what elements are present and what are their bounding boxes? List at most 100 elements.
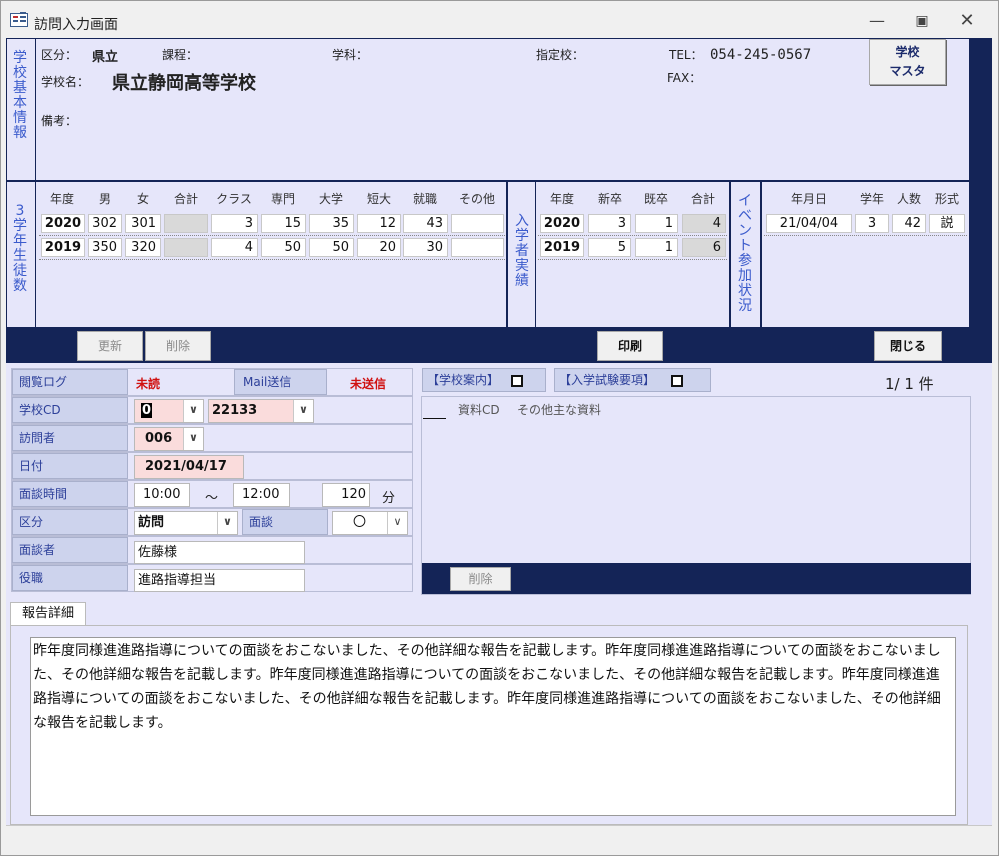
maximize-icon[interactable]: ▣ bbox=[912, 11, 932, 31]
students-row1-male[interactable]: 302 bbox=[88, 214, 122, 233]
exam-guide-toggle[interactable]: 【入学試験要項】 bbox=[554, 368, 711, 392]
update-button[interactable]: 更新 bbox=[77, 331, 143, 361]
school-guide-label: 【学校案内】 bbox=[427, 373, 500, 387]
events-section-label: イベント参加状況 bbox=[738, 193, 752, 314]
kubun-form-value: 訪問 bbox=[138, 515, 165, 530]
admission-row1-new[interactable]: 3 bbox=[588, 214, 631, 233]
kubun-label: 区分： bbox=[41, 48, 78, 62]
students-row2-other[interactable] bbox=[451, 238, 504, 257]
mail-status: 未送信 bbox=[350, 377, 387, 391]
events-header-grade: 学年 bbox=[859, 192, 884, 206]
school-cd-prefix-select[interactable]: 0 ∨ bbox=[134, 399, 204, 423]
students-row2-daigaku[interactable]: 50 bbox=[309, 238, 354, 257]
log-label: 閲覧ログ bbox=[12, 369, 128, 395]
school-cd-select[interactable]: 22133 ∨ bbox=[208, 399, 314, 423]
admission-row2-year[interactable]: 2019 bbox=[540, 238, 584, 257]
visitor-label: 訪問者 bbox=[12, 425, 128, 451]
materials-delete-button[interactable]: 削除 bbox=[450, 567, 511, 591]
students-row2-tandai[interactable]: 20 bbox=[357, 238, 401, 257]
person-input[interactable]: 佐藤様 bbox=[134, 541, 305, 564]
print-button[interactable]: 印刷 bbox=[597, 331, 663, 361]
kubun-form-label: 区分 bbox=[12, 509, 128, 535]
students-row2-senmon[interactable]: 50 bbox=[261, 238, 306, 257]
form-icon bbox=[10, 13, 28, 27]
minutes-input[interactable]: 120 bbox=[322, 483, 370, 507]
fax-label: FAX： bbox=[667, 71, 702, 85]
time-separator: ～ bbox=[205, 491, 219, 506]
chevron-down-icon[interactable]: ∨ bbox=[183, 428, 203, 450]
close-icon[interactable]: ✕ bbox=[957, 11, 977, 31]
admission-row1-year[interactable]: 2020 bbox=[540, 214, 584, 233]
chevron-down-icon[interactable]: ∨ bbox=[293, 400, 313, 422]
events-header-date: 年月日 bbox=[790, 192, 827, 206]
admission-row2-old[interactable]: 1 bbox=[635, 238, 678, 257]
admission-header-year: 年度 bbox=[549, 192, 574, 206]
bikou-label: 備考： bbox=[41, 114, 78, 128]
materials-header-cd: 資料CD bbox=[458, 403, 500, 417]
students-header-tandai: 短大 bbox=[366, 192, 391, 206]
students-row1-class[interactable]: 3 bbox=[211, 214, 258, 233]
close-button[interactable]: 閉じる bbox=[874, 331, 942, 361]
admission-row-divider bbox=[538, 235, 727, 236]
admission-row1-total: 4 bbox=[682, 214, 726, 233]
tel-value: 054-245-0567 bbox=[710, 47, 812, 63]
chevron-down-icon[interactable]: ∨ bbox=[183, 400, 203, 422]
admission-row1-old[interactable]: 1 bbox=[635, 214, 678, 233]
students-row1-senmon[interactable]: 15 bbox=[261, 214, 306, 233]
delete-button[interactable]: 削除 bbox=[145, 331, 211, 361]
students-row1-total bbox=[164, 214, 208, 233]
time-from-input[interactable]: 10:00 bbox=[134, 483, 190, 507]
students-row2-male[interactable]: 350 bbox=[88, 238, 122, 257]
time-to-input[interactable]: 12:00 bbox=[233, 483, 290, 507]
school-cd-value: 22133 bbox=[212, 403, 258, 418]
students-row1-other[interactable] bbox=[451, 214, 504, 233]
students-row2-class[interactable]: 4 bbox=[211, 238, 258, 257]
students-row2-shushoku[interactable]: 30 bbox=[403, 238, 448, 257]
students-row1-shushoku[interactable]: 43 bbox=[403, 214, 448, 233]
kubun-select[interactable]: 訪問 ∨ bbox=[134, 511, 238, 535]
students-row1-year[interactable]: 2020 bbox=[41, 214, 85, 233]
mendan-select[interactable]: 〇 ∨ bbox=[332, 511, 408, 535]
school-guide-checkbox[interactable] bbox=[510, 374, 523, 387]
date-label: 日付 bbox=[12, 453, 128, 479]
admission-row2-new[interactable]: 5 bbox=[588, 238, 631, 257]
person-label: 面談者 bbox=[12, 537, 128, 563]
role-input[interactable]: 進路指導担当 bbox=[134, 569, 305, 592]
students-header-total: 合計 bbox=[173, 192, 198, 206]
students-row-divider bbox=[39, 259, 505, 260]
school-guide-toggle[interactable]: 【学校案内】 bbox=[422, 368, 546, 392]
events-row1-count[interactable]: 42 bbox=[892, 214, 926, 233]
events-row1-date[interactable]: 21/04/04 bbox=[766, 214, 852, 233]
minimize-icon[interactable]: — bbox=[867, 11, 887, 31]
school-info-section-label: 学校基本情報 bbox=[13, 50, 27, 141]
tab-report-detail[interactable]: 報告詳細 bbox=[10, 602, 86, 626]
events-row1-grade[interactable]: 3 bbox=[855, 214, 889, 233]
students-header-female: 女 bbox=[136, 192, 149, 206]
report-textarea[interactable]: 昨年度同様進進路指導についての面談をおこないました、その他詳細な報告を記載します… bbox=[30, 637, 956, 816]
students-row1-daigaku[interactable]: 35 bbox=[309, 214, 354, 233]
chevron-down-icon[interactable]: ∨ bbox=[387, 512, 407, 534]
exam-guide-checkbox[interactable] bbox=[670, 374, 683, 387]
window-title: 訪問入力画面 bbox=[34, 17, 118, 33]
date-input[interactable]: 2021/04/17 bbox=[134, 455, 244, 479]
visitor-select[interactable]: 006 ∨ bbox=[134, 427, 204, 451]
admission-row-divider bbox=[538, 259, 727, 260]
school-master-button-line2: マスタ bbox=[889, 64, 926, 78]
students-section-label: 3学年生徒数 bbox=[13, 203, 27, 294]
chevron-down-icon[interactable]: ∨ bbox=[217, 512, 237, 534]
visitor-value: 006 bbox=[145, 431, 173, 446]
students-row1-female[interactable]: 301 bbox=[125, 214, 161, 233]
materials-row-marker bbox=[423, 418, 446, 419]
students-row1-tandai[interactable]: 12 bbox=[357, 214, 401, 233]
katei-label: 課程： bbox=[162, 48, 199, 62]
tel-label: TEL： bbox=[669, 48, 703, 62]
events-row1-type[interactable]: 説 bbox=[929, 214, 965, 233]
mail-label: Mail送信 bbox=[234, 369, 327, 395]
school-cd-label: 学校CD bbox=[12, 397, 128, 423]
school-master-button[interactable]: 学校 マスタ bbox=[869, 39, 946, 85]
students-row2-female[interactable]: 320 bbox=[125, 238, 161, 257]
students-row2-year[interactable]: 2019 bbox=[41, 238, 85, 257]
status-bar bbox=[6, 825, 992, 847]
visit-entry-window: 訪問入力画面 — ▣ ✕ 学校基本情報 区分： 県立 課程： 学科： 指定校： … bbox=[0, 0, 999, 856]
students-header-daigaku: 大学 bbox=[318, 192, 343, 206]
